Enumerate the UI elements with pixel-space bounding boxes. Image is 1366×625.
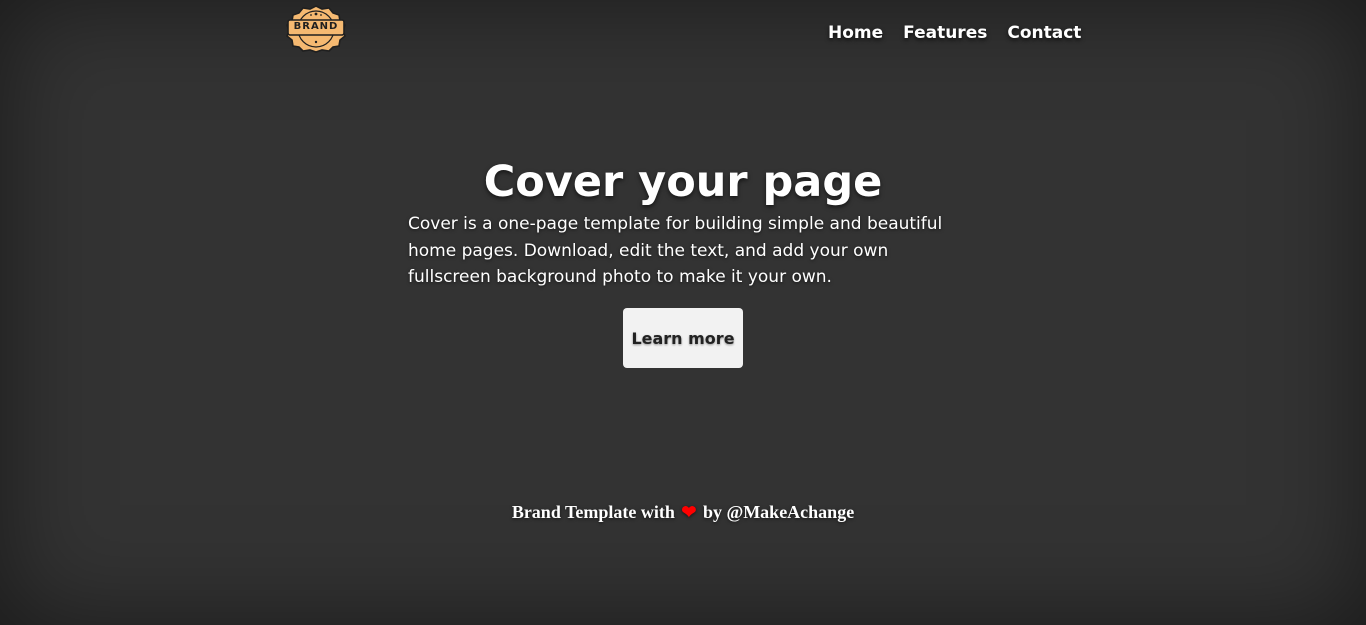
hero-lead-text: Cover is a one-page template for buildin… [408,214,943,287]
nav-features-link[interactable]: Features [903,22,987,44]
brand-logo-text: BRAND [293,21,339,32]
nav-contact-link[interactable]: Contact [1007,22,1081,44]
footer-text-after: by @MakeAchange [702,502,855,522]
hero-title: Cover your page [483,157,883,207]
nav-home-link[interactable]: Home [828,22,883,44]
site-footer: Brand Template with ❤ by @MakeAchange [0,500,1366,524]
brand-logo[interactable]: BRAND [286,5,346,53]
main-nav: Home Features Contact [828,22,1081,44]
heart-icon: ❤ [681,502,697,522]
learn-more-button[interactable]: Learn more [623,308,743,368]
footer-text-before: Brand Template with [511,502,675,522]
